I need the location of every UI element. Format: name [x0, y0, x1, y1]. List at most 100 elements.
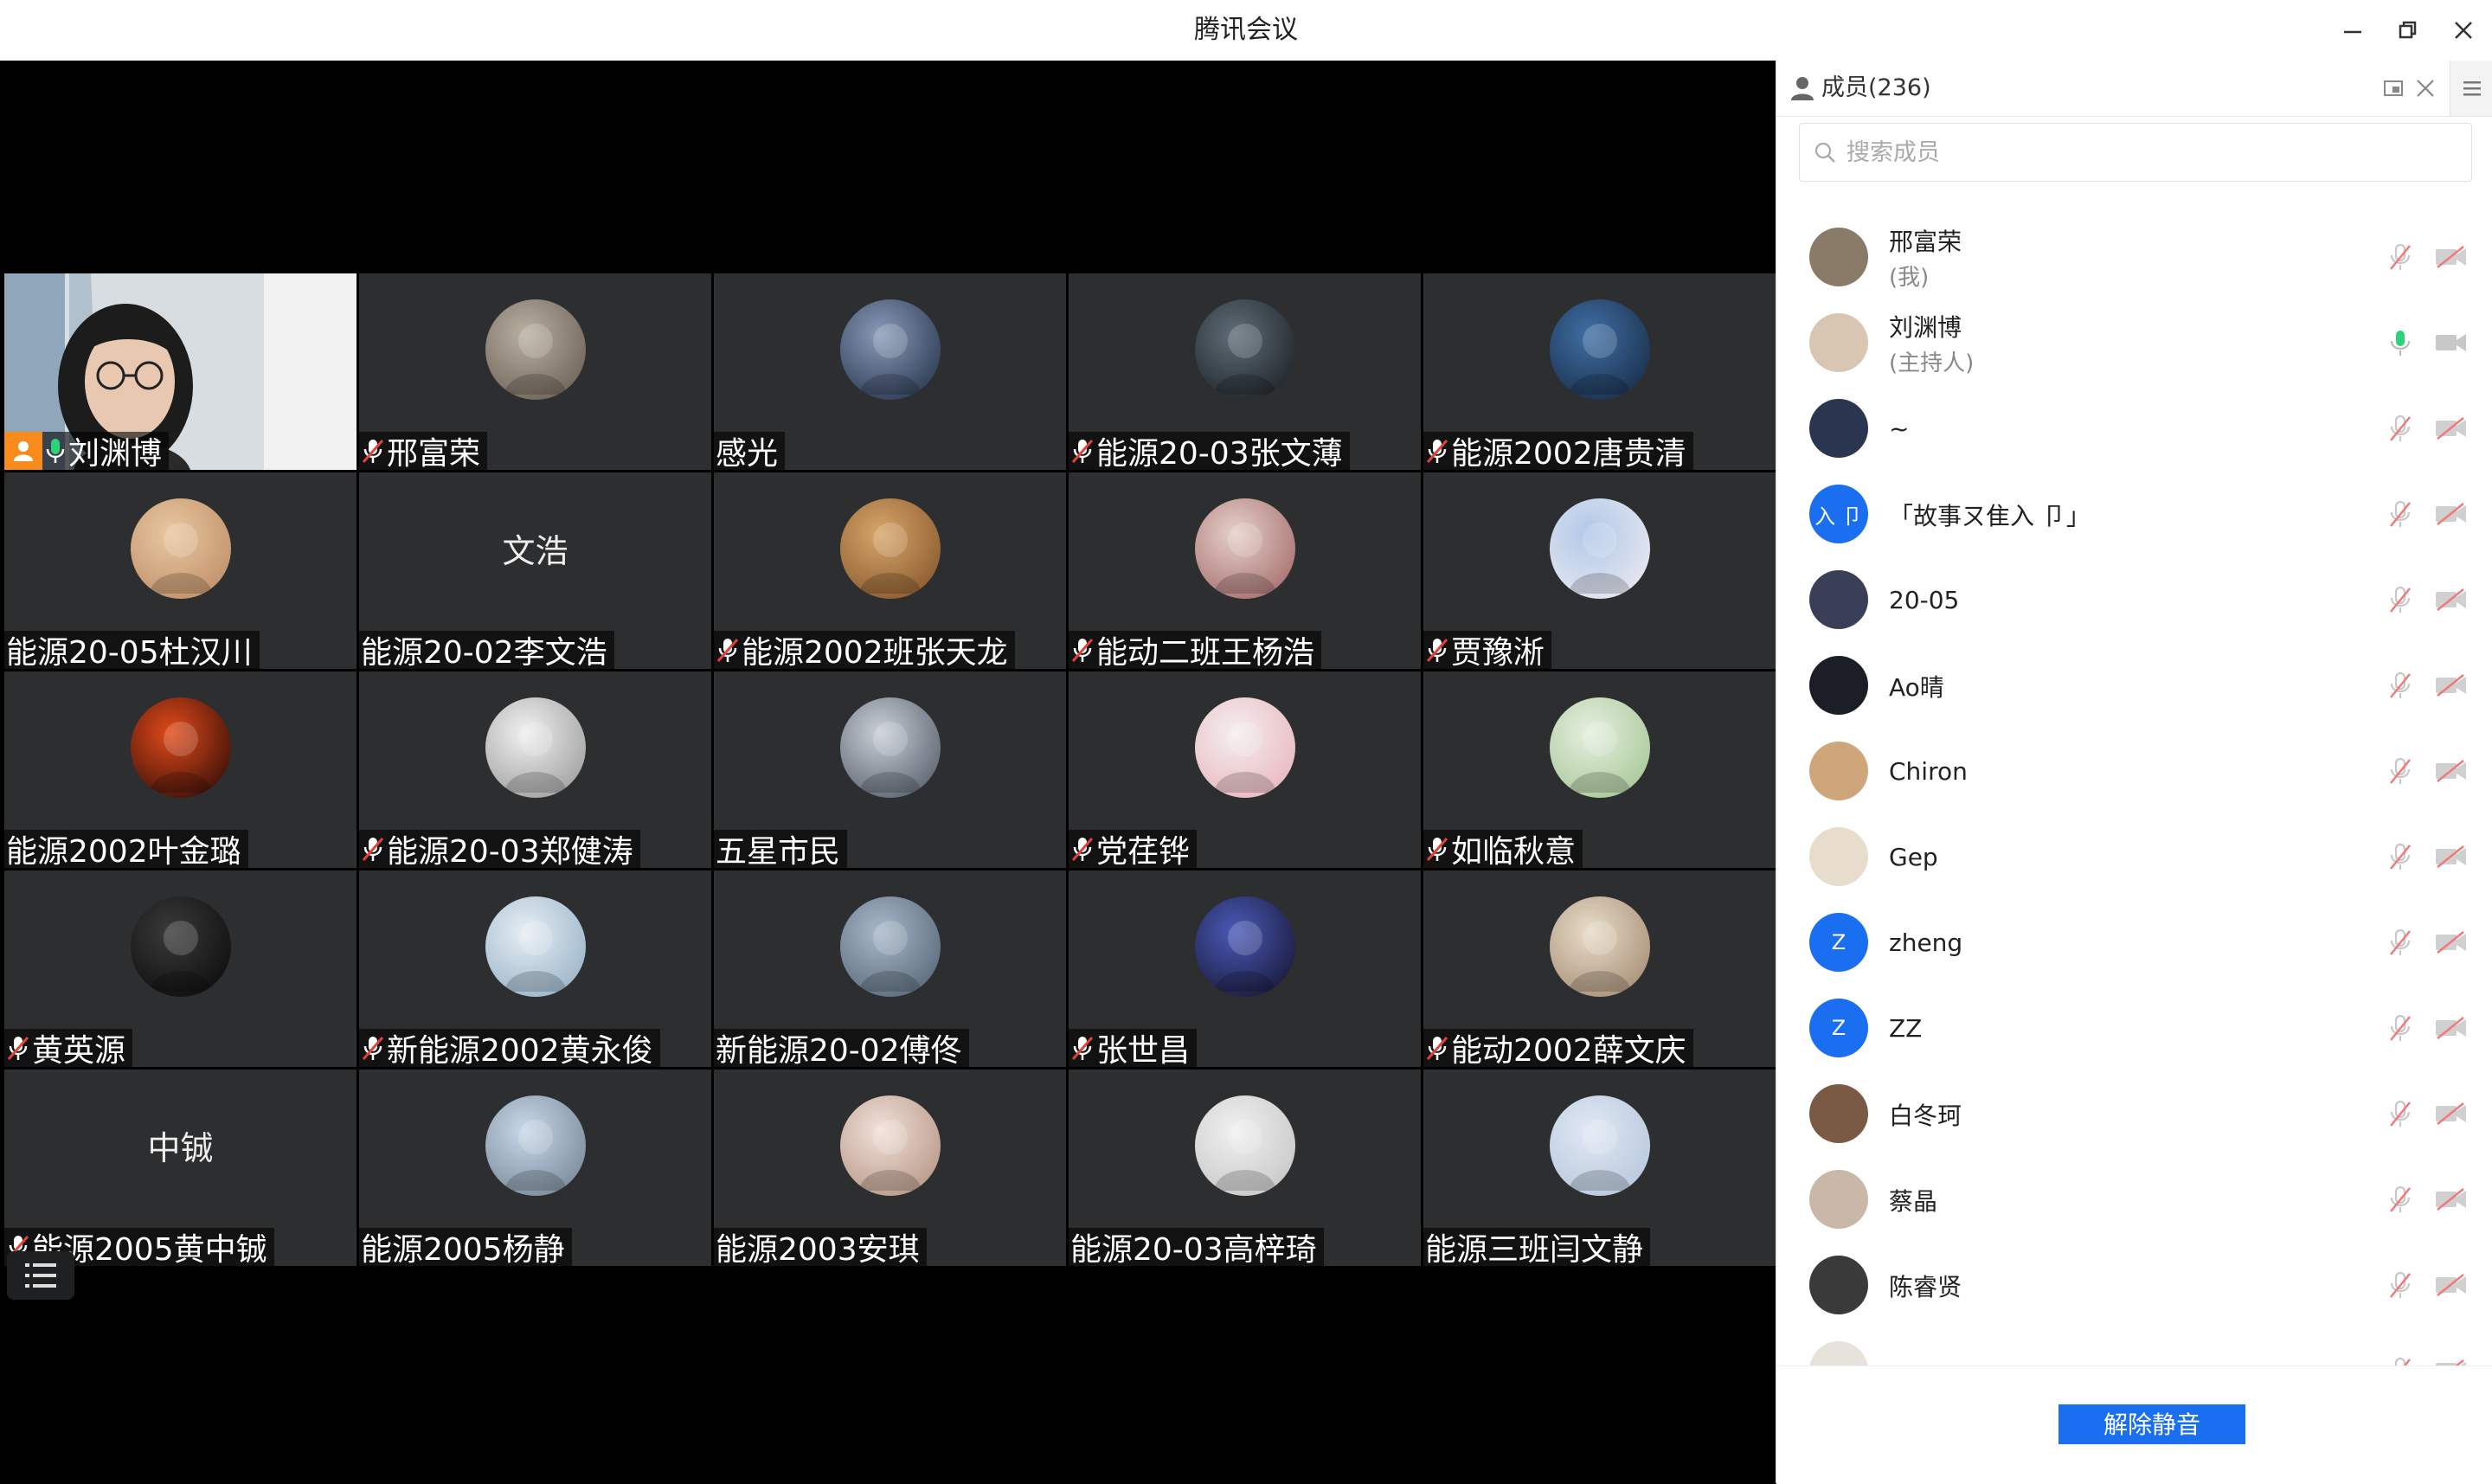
member-search — [1799, 123, 2472, 182]
participant-avatar — [485, 896, 586, 997]
member-name: 刘渊博 — [1889, 313, 1962, 342]
camera-off-icon[interactable] — [2434, 587, 2469, 616]
member-row[interactable]: Chiron — [1776, 729, 2492, 814]
participant-tile[interactable]: 五星市民 — [714, 671, 1066, 868]
member-name-block: ZZ — [1889, 986, 1922, 1071]
participant-name-tag: 刘渊博 — [4, 432, 170, 470]
mic-muted-icon[interactable] — [2387, 242, 2413, 275]
mic-muted-icon[interactable] — [2387, 499, 2413, 532]
participant-tile[interactable]: 能动2002薛文庆 — [1423, 870, 1776, 1067]
mic-muted-icon[interactable] — [2387, 1099, 2413, 1132]
participant-name-tag: 能源20-05杜汉川 — [4, 631, 260, 669]
participant-avatar — [130, 896, 231, 997]
mic-muted-icon[interactable] — [2387, 1270, 2413, 1303]
panel-menu-button[interactable] — [2450, 61, 2492, 116]
member-row[interactable]: 入 卩 「故事ㄡ隹入 卩」 — [1776, 472, 2492, 557]
members-count-title: 成员(236) — [1821, 74, 1931, 101]
participant-tile[interactable]: 贾豫淅 — [1423, 472, 1776, 669]
member-row[interactable]: Gep — [1776, 814, 2492, 900]
window-title: 腾讯会议 — [1194, 15, 1298, 45]
mic-muted-icon — [361, 835, 385, 863]
restore-button[interactable] — [2388, 10, 2428, 50]
mic-muted-icon[interactable] — [2387, 1356, 2413, 1365]
member-role: (主持人) — [1889, 350, 1975, 376]
participant-tile[interactable]: 能动二班王杨浩 — [1069, 472, 1421, 669]
member-row[interactable]: 刘渊博 (主持人) — [1776, 300, 2492, 386]
member-name: zheng — [1889, 928, 1963, 957]
mic-muted-icon[interactable] — [2387, 756, 2413, 789]
participant-name: 贾豫淅 — [1451, 635, 1545, 669]
participant-tile[interactable]: 刘渊博 — [4, 273, 356, 470]
member-row[interactable]: 陈睿贤 — [1776, 1243, 2492, 1328]
camera-off-icon[interactable] — [2434, 501, 2469, 530]
camera-off-icon[interactable] — [2434, 929, 2469, 959]
participant-name-tag: 能动2002薛文庆 — [1423, 1029, 1693, 1067]
participant-tile[interactable]: 能源2005杨静 — [359, 1070, 711, 1266]
participant-tile[interactable]: 能源20-05杜汉川 — [4, 472, 356, 669]
member-row[interactable]: Z ZZ — [1776, 986, 2492, 1071]
member-name: Chiron — [1889, 757, 1968, 786]
camera-off-icon[interactable] — [2434, 1358, 2469, 1365]
member-row[interactable]: 白冬珂 — [1776, 1071, 2492, 1157]
participant-tile[interactable]: 新能源20-02傅佟 — [714, 870, 1066, 1067]
participant-tile[interactable]: 新能源2002黄永俊 — [359, 870, 711, 1067]
participant-tile[interactable]: 黄英源 — [4, 870, 356, 1067]
participant-tile[interactable]: 邢富荣 — [359, 273, 711, 470]
member-row[interactable]: ~ — [1776, 386, 2492, 472]
camera-off-icon[interactable] — [2434, 758, 2469, 787]
mic-on-icon[interactable] — [2387, 328, 2413, 361]
participant-tile[interactable]: 中铖 能源2005黄中铖 — [4, 1070, 356, 1266]
popout-button[interactable] — [2382, 76, 2406, 100]
mic-muted-icon[interactable] — [2387, 671, 2413, 703]
host-icon — [4, 432, 42, 470]
camera-off-icon[interactable] — [2434, 415, 2469, 445]
camera-off-icon[interactable] — [2434, 1272, 2469, 1301]
mic-muted-icon[interactable] — [2387, 1185, 2413, 1217]
participant-avatar — [1549, 896, 1650, 997]
camera-off-icon[interactable] — [2434, 1101, 2469, 1130]
member-row[interactable]: 20-05 — [1776, 557, 2492, 643]
participant-name-tag: 能源2002叶金璐 — [4, 830, 248, 868]
camera-off-icon[interactable] — [2434, 672, 2469, 702]
participant-tile[interactable]: 能源20-03郑健涛 — [359, 671, 711, 868]
participant-tile[interactable]: 能源2003安琪 — [714, 1070, 1066, 1266]
camera-off-icon[interactable] — [2434, 844, 2469, 873]
participant-tile[interactable]: 能源20-03高梓琦 — [1069, 1070, 1421, 1266]
minimize-button[interactable] — [2333, 10, 2373, 50]
close-button[interactable] — [2444, 10, 2483, 50]
participant-tile[interactable]: 能源2002叶金璐 — [4, 671, 356, 868]
participant-tile[interactable]: 能源2002唐贵清 — [1423, 273, 1776, 470]
search-input[interactable] — [1845, 124, 2454, 181]
camera-icon[interactable] — [2434, 330, 2469, 359]
participant-tile[interactable]: 感光 — [714, 273, 1066, 470]
mic-muted-icon — [1425, 1034, 1449, 1062]
participant-avatar — [1549, 697, 1650, 798]
member-row[interactable]: 邢富荣 (我) — [1776, 215, 2492, 300]
member-row[interactable]: Zzheng — [1776, 900, 2492, 986]
participant-tile[interactable]: 党荏铧 — [1069, 671, 1421, 868]
video-stage: 刘渊博 邢富荣 感光 能源20-03张文薄 能源2002唐贵清能源20-05杜汉川 文浩能… — [0, 61, 1776, 1483]
camera-off-icon[interactable] — [2434, 244, 2469, 273]
member-avatar — [1809, 1341, 1868, 1365]
mic-muted-icon[interactable] — [2387, 585, 2413, 618]
participant-tile[interactable]: 张世昌 — [1069, 870, 1421, 1067]
mic-muted-icon[interactable] — [2387, 928, 2413, 960]
mic-muted-icon[interactable] — [2387, 842, 2413, 875]
mic-muted-icon — [361, 437, 385, 465]
participant-tile[interactable]: 能源2002班张天龙 — [714, 472, 1066, 669]
mic-muted-icon[interactable] — [2387, 414, 2413, 446]
panel-close-button[interactable] — [2413, 76, 2437, 100]
participant-tile[interactable]: 如临秋意 — [1423, 671, 1776, 868]
participant-avatar — [839, 1095, 941, 1196]
member-row[interactable] — [1776, 1328, 2492, 1365]
unmute-all-button[interactable]: 解除静音 — [2058, 1404, 2245, 1444]
member-row[interactable]: Ao晴 — [1776, 643, 2492, 729]
participant-tile[interactable]: 能源三班闫文静 — [1423, 1070, 1776, 1266]
layout-list-button[interactable] — [7, 1251, 74, 1300]
mic-muted-icon[interactable] — [2387, 1013, 2413, 1046]
camera-off-icon[interactable] — [2434, 1015, 2469, 1044]
camera-off-icon[interactable] — [2434, 1186, 2469, 1216]
participant-tile[interactable]: 文浩 能源20-02李文浩 — [359, 472, 711, 669]
member-row[interactable]: 蔡晶 — [1776, 1157, 2492, 1243]
participant-tile[interactable]: 能源20-03张文薄 — [1069, 273, 1421, 470]
